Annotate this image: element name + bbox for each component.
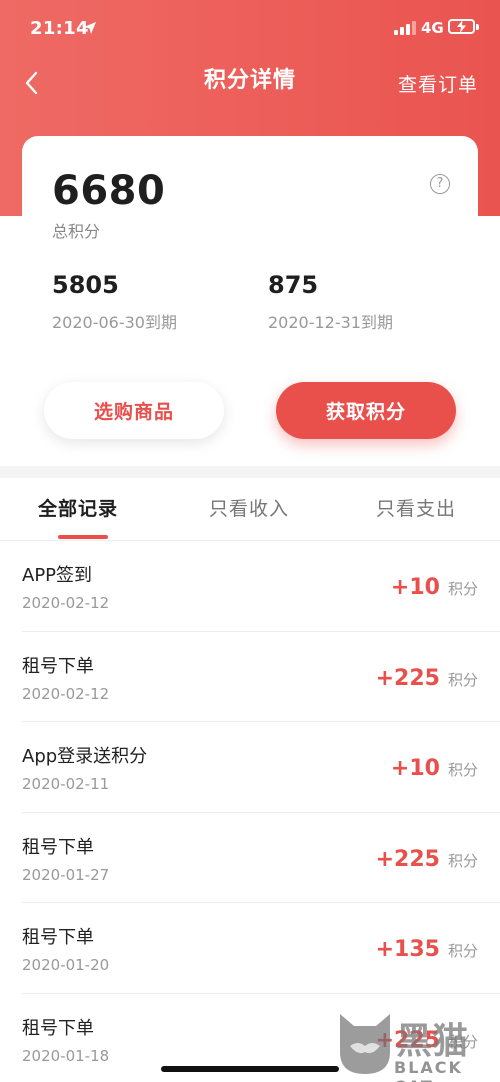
record-amount: +225	[375, 846, 440, 872]
tab-income-only[interactable]: 只看收入	[209, 494, 289, 521]
battery-nub	[476, 24, 479, 30]
signal-icon	[394, 21, 416, 35]
record-unit: 积分	[447, 942, 478, 961]
network-label: 4G	[421, 19, 444, 37]
shop-products-button[interactable]: 选购商品	[44, 382, 224, 439]
earn-points-button[interactable]: 获取积分	[276, 382, 456, 439]
section-divider	[0, 466, 500, 478]
view-orders-link[interactable]: 查看订单	[398, 70, 478, 97]
record-amount-group: +225 积分	[376, 847, 478, 872]
record-amount: +10	[390, 575, 440, 600]
record-amount-group: +135 积分	[376, 937, 478, 962]
tab-expense-only[interactable]: 只看支出	[376, 494, 456, 521]
home-indicator[interactable]	[161, 1066, 339, 1072]
record-date: 2020-01-20	[22, 956, 110, 975]
list-item[interactable]: 租号下单 2020-01-27 +225 积分	[22, 813, 500, 904]
list-item[interactable]: App登录送积分 2020-02-11 +10 积分	[22, 722, 500, 813]
expiring-points-date: 2020-12-31到期	[268, 313, 393, 332]
record-amount-group: +225 积分	[376, 666, 478, 691]
record-amount-group: +10 积分	[391, 756, 478, 781]
total-points-label: 总积分	[52, 222, 101, 241]
help-icon[interactable]: ?	[430, 174, 450, 194]
list-item[interactable]: 租号下单 2020-02-12 +225 积分	[22, 632, 500, 723]
record-date: 2020-02-12	[22, 594, 110, 612]
black-cat-logo-icon	[340, 1014, 390, 1074]
total-points-value: 6680	[52, 168, 166, 214]
record-unit: 积分	[447, 761, 478, 780]
record-unit: 积分	[447, 670, 478, 689]
record-unit: 积分	[447, 580, 478, 598]
record-amount: +225	[375, 665, 440, 691]
watermark-subtext: BLACK CAT	[394, 1058, 463, 1082]
points-card: 6680 总积分 ? 5805 2020-06-30到期 875 2020-12…	[22, 136, 478, 466]
record-date: 2020-02-12	[22, 684, 110, 703]
record-date: 2020-02-11	[22, 775, 110, 794]
status-time: 21:14	[30, 18, 89, 39]
active-tab-indicator	[58, 535, 108, 539]
list-item[interactable]: APP签到 2020-02-12 +10 积分	[22, 541, 500, 632]
black-cat-watermark: 黑猫 BLACK CAT	[336, 1012, 500, 1082]
watermark-text: 黑猫	[396, 1021, 469, 1062]
record-date: 2020-01-27	[22, 865, 110, 884]
record-filter-tabs: 全部记录 只看收入 只看支出	[0, 478, 500, 540]
record-title: 租号下单	[22, 1017, 94, 1039]
record-title: APP签到	[22, 565, 93, 586]
record-date: 2020-01-18	[22, 1046, 110, 1065]
record-title: 租号下单	[22, 655, 94, 677]
record-title: 租号下单	[22, 927, 94, 949]
tab-all-records[interactable]: 全部记录	[38, 494, 118, 521]
record-amount-group: +10 积分	[391, 575, 478, 600]
record-amount: +10	[390, 756, 440, 782]
list-item[interactable]: 租号下单 2020-01-20 +135 积分	[22, 903, 500, 994]
expiring-points-value: 5805	[52, 271, 119, 299]
record-amount: +135	[375, 937, 440, 963]
record-title: App登录送积分	[22, 746, 148, 768]
record-unit: 积分	[447, 851, 478, 870]
location-arrow-icon	[84, 22, 96, 34]
charging-bolt-icon	[457, 20, 466, 33]
expiring-points-date: 2020-06-30到期	[52, 313, 177, 332]
status-bar: 21:14 4G	[0, 0, 500, 58]
points-record-list: APP签到 2020-02-12 +10 积分 租号下单 2020-02-12 …	[0, 541, 500, 1082]
record-title: 租号下单	[22, 836, 94, 858]
expiring-points-value: 875	[268, 271, 319, 299]
